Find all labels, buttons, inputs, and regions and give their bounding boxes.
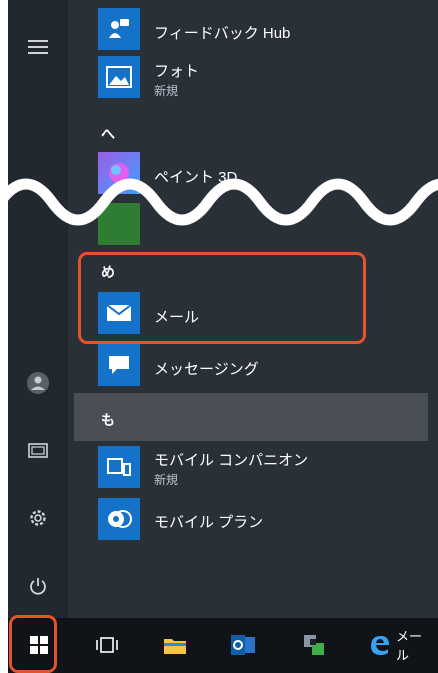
edge-taskbar-button[interactable]: メール <box>368 628 434 663</box>
outlook-icon[interactable] <box>226 628 260 662</box>
section-header-mo-highlight[interactable] <box>74 393 428 441</box>
mail-highlight-box <box>78 252 366 344</box>
feedback-hub-tile-icon[interactable] <box>98 8 140 50</box>
user-avatar-icon[interactable] <box>25 370 51 396</box>
photos-tile-icon[interactable] <box>98 56 140 98</box>
section-header-he[interactable]: へ <box>101 124 115 144</box>
mobile-companion-new-badge: 新規 <box>154 473 179 487</box>
task-view-icon[interactable] <box>90 628 124 662</box>
start-button-highlight-box <box>9 615 57 673</box>
pictures-icon[interactable] <box>25 438 51 464</box>
taskbar: メール <box>8 618 438 673</box>
section-header-mo[interactable]: も <box>101 410 115 430</box>
messaging-label[interactable]: メッセージング <box>154 358 259 379</box>
wavy-cut-separator <box>0 178 438 226</box>
mobile-plan-tile-icon[interactable] <box>98 498 140 540</box>
photos-label[interactable]: フォト <box>154 60 199 81</box>
messaging-tile-icon[interactable] <box>98 344 140 386</box>
file-explorer-icon[interactable] <box>158 628 192 662</box>
edge-taskbar-label: メール <box>396 629 423 663</box>
feedback-hub-label[interactable]: フィードバック Hub <box>154 22 290 43</box>
mobile-companion-tile-icon[interactable] <box>98 446 140 488</box>
power-icon[interactable] <box>25 573 51 599</box>
photos-new-badge: 新規 <box>154 84 179 98</box>
mobile-companion-label[interactable]: モバイル コンパニオン <box>154 449 308 470</box>
start-menu-left-rail <box>8 0 68 618</box>
settings-gear-icon[interactable] <box>25 505 51 531</box>
edge-icon <box>368 633 392 657</box>
mobile-plan-label[interactable]: モバイル プラン <box>154 511 263 532</box>
hamburger-menu-icon[interactable] <box>25 34 51 60</box>
app-icon[interactable] <box>298 628 332 662</box>
